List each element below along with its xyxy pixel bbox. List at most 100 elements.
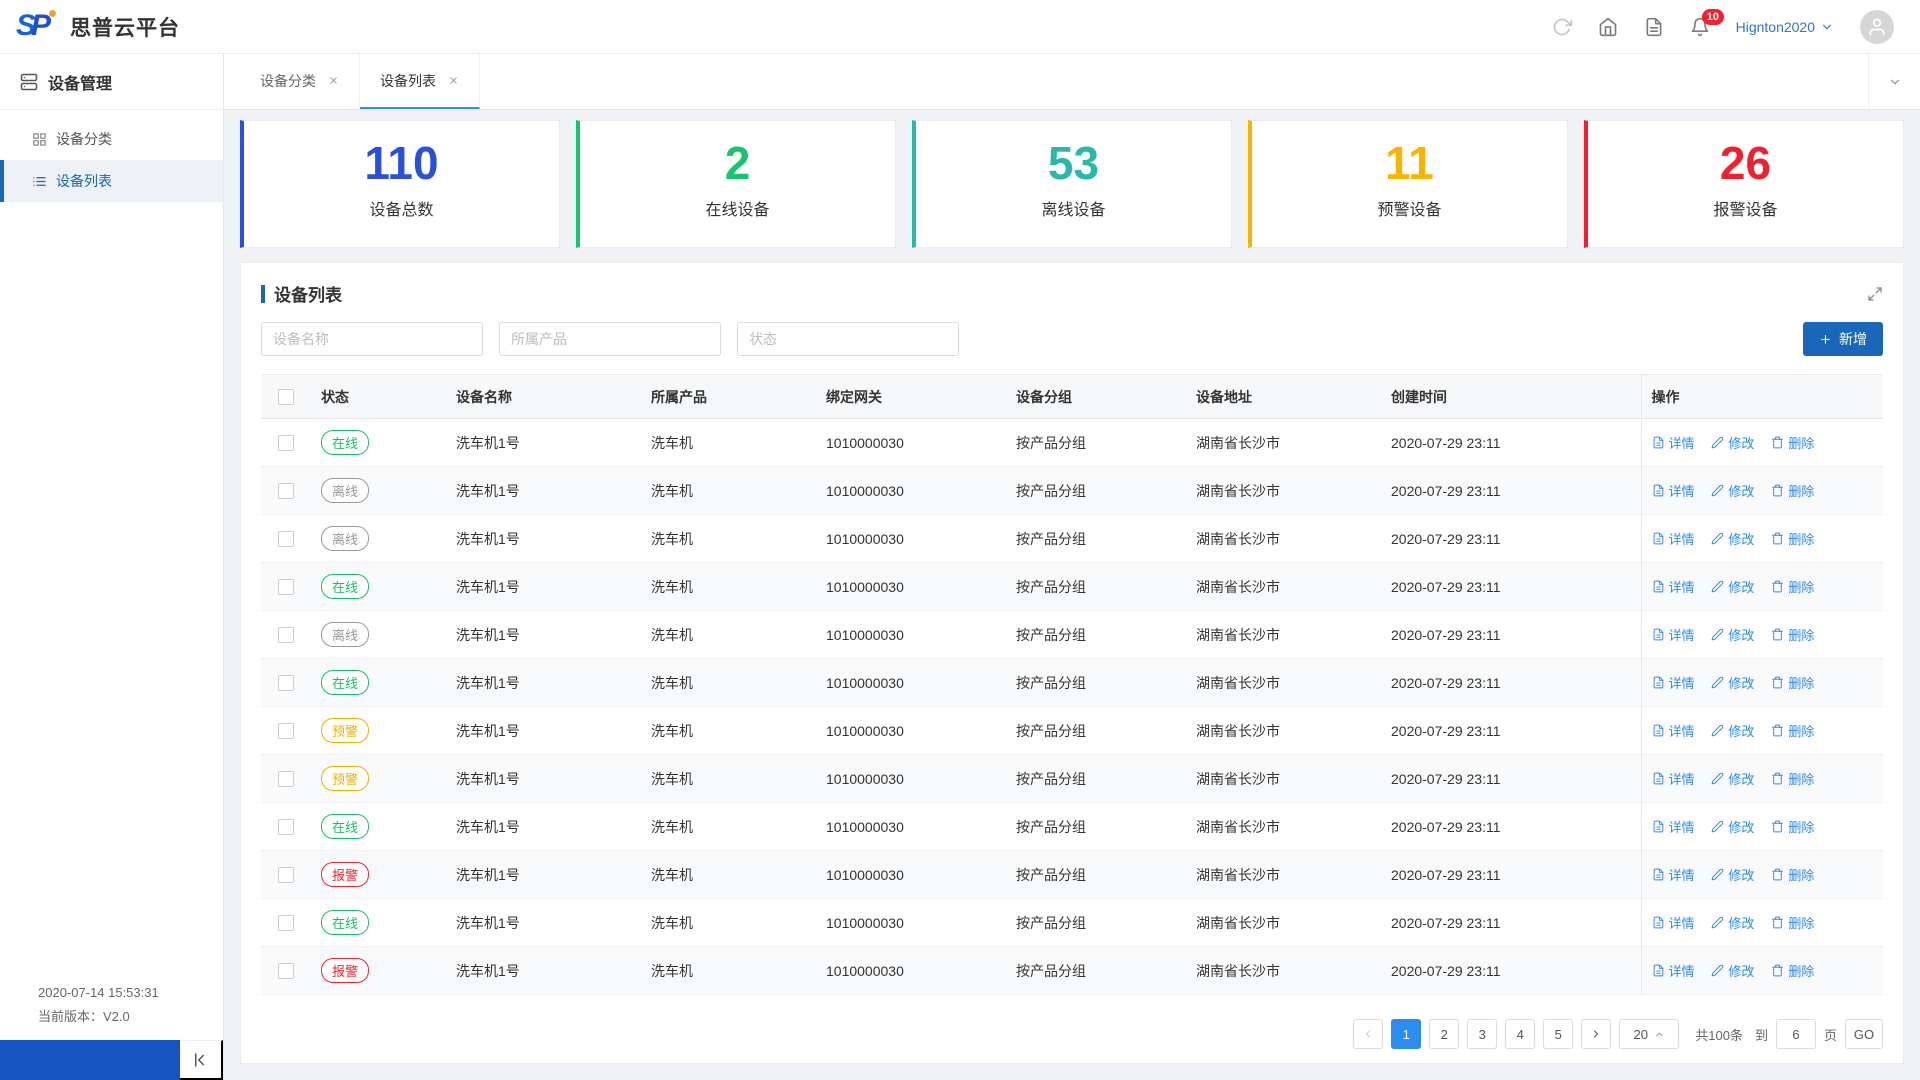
detail-link[interactable]: 详情 [1652,529,1695,548]
detail-link[interactable]: 详情 [1652,769,1695,788]
row-checkbox[interactable] [278,771,294,788]
row-checkbox[interactable] [278,819,294,836]
close-icon[interactable] [328,75,339,86]
chevron-down-icon [1890,79,1899,84]
edit-link[interactable]: 修改 [1711,481,1754,500]
sidebar-item-device-list[interactable]: 设备列表 [0,160,223,202]
detail-link[interactable]: 详情 [1652,961,1695,980]
edit-link[interactable]: 修改 [1711,625,1754,644]
tab-overflow-button[interactable] [1868,54,1920,109]
sidebar-item-device-category[interactable]: 设备分类 [0,118,223,160]
user-menu[interactable]: Hignton2020 [1736,19,1834,35]
address-cell: 湖南省长沙市 [1186,754,1381,803]
delete-link[interactable]: 删除 [1771,961,1814,980]
device-name-filter-input[interactable] [261,322,483,356]
prev-page-button[interactable] [1353,1019,1384,1049]
row-checkbox[interactable] [278,483,294,500]
row-checkbox[interactable] [278,915,294,932]
page-button-1[interactable]: 1 [1391,1019,1422,1049]
total-count: 共100条 [1695,1027,1743,1043]
page-button-4[interactable]: 4 [1505,1019,1536,1049]
go-button[interactable]: GO [1845,1019,1883,1049]
expand-icon[interactable] [1867,286,1883,302]
delete-label: 删除 [1788,484,1815,499]
add-device-button[interactable]: 新增 [1803,322,1883,356]
select-all-checkbox[interactable] [278,389,294,406]
page-size-select[interactable]: 20 [1619,1019,1680,1049]
detail-link[interactable]: 详情 [1652,673,1695,692]
product-filter-input[interactable] [499,322,721,356]
edit-link[interactable]: 修改 [1711,529,1754,548]
row-checkbox[interactable] [278,531,294,548]
close-icon[interactable] [448,75,459,86]
delete-link[interactable]: 删除 [1771,913,1814,932]
status-filter-input[interactable] [737,322,959,356]
edit-link[interactable]: 修改 [1711,817,1754,836]
tab-device-category[interactable]: 设备分类 [240,54,360,109]
edit-icon [1712,724,1724,737]
delete-icon [1772,724,1784,737]
delete-link[interactable]: 删除 [1771,433,1814,452]
edit-link[interactable]: 修改 [1711,721,1754,740]
delete-link[interactable]: 删除 [1771,817,1814,836]
detail-icon [1653,628,1663,641]
device-management-icon [20,73,38,90]
row-checkbox[interactable] [278,435,294,452]
next-page-button[interactable] [1581,1019,1612,1049]
row-checkbox[interactable] [278,579,294,596]
page-button-2[interactable]: 2 [1429,1019,1460,1049]
row-checkbox[interactable] [278,723,294,740]
detail-label: 详情 [1668,820,1695,835]
delete-link[interactable]: 删除 [1771,577,1814,596]
detail-link[interactable]: 详情 [1652,625,1695,644]
delete-link[interactable]: 删除 [1771,673,1814,692]
row-checkbox[interactable] [278,627,294,644]
edit-link[interactable]: 修改 [1711,913,1754,932]
tab-device-list[interactable]: 设备列表 [360,54,480,109]
refresh-icon[interactable] [1552,17,1572,37]
avatar[interactable] [1860,9,1894,44]
edit-link[interactable]: 修改 [1711,769,1754,788]
detail-link[interactable]: 详情 [1652,721,1695,740]
edit-link[interactable]: 修改 [1711,577,1754,596]
address-cell: 湖南省长沙市 [1186,466,1381,515]
document-icon[interactable] [1644,17,1664,37]
page-button-5[interactable]: 5 [1543,1019,1574,1049]
row-checkbox[interactable] [278,675,294,692]
row-checkbox[interactable] [278,867,294,884]
delete-link[interactable]: 删除 [1771,769,1814,788]
delete-link[interactable]: 删除 [1771,481,1814,500]
delete-link[interactable]: 删除 [1771,721,1814,740]
delete-link[interactable]: 删除 [1771,865,1814,884]
group-cell: 按产品分组 [1006,562,1186,611]
detail-link[interactable]: 详情 [1652,433,1695,452]
edit-link[interactable]: 修改 [1711,961,1754,980]
detail-link[interactable]: 详情 [1652,913,1695,932]
delete-icon [1772,436,1784,449]
edit-link[interactable]: 修改 [1711,433,1754,452]
sidebar-bottom-bar [0,1040,223,1080]
detail-link[interactable]: 详情 [1652,817,1695,836]
bell-icon[interactable]: 10 [1690,8,1724,37]
page-button-3[interactable]: 3 [1467,1019,1498,1049]
page-size-value: 20 [1633,1026,1648,1042]
delete-icon [1772,532,1784,545]
detail-link[interactable]: 详情 [1652,481,1695,500]
stat-label: 设备总数 [369,201,434,219]
delete-link[interactable]: 删除 [1771,625,1814,644]
jump-page-input[interactable] [1775,1019,1816,1049]
home-icon[interactable] [1598,17,1618,37]
status-badge: 在线 [321,670,370,695]
detail-link[interactable]: 详情 [1652,865,1695,884]
delete-link[interactable]: 删除 [1771,529,1814,548]
content: 110 设备总数 2 在线设备 53 离线设备 11 预警设备 26 报警设备 … [224,110,1920,1080]
detail-icon [1653,916,1663,929]
collapse-sidebar-button[interactable] [180,1040,223,1080]
column-header-address: 设备地址 [1186,374,1381,419]
edit-link[interactable]: 修改 [1711,865,1754,884]
column-header-status: 状态 [311,374,446,419]
edit-label: 修改 [1728,484,1755,499]
row-checkbox[interactable] [278,963,294,980]
detail-link[interactable]: 详情 [1652,577,1695,596]
edit-link[interactable]: 修改 [1711,673,1754,692]
